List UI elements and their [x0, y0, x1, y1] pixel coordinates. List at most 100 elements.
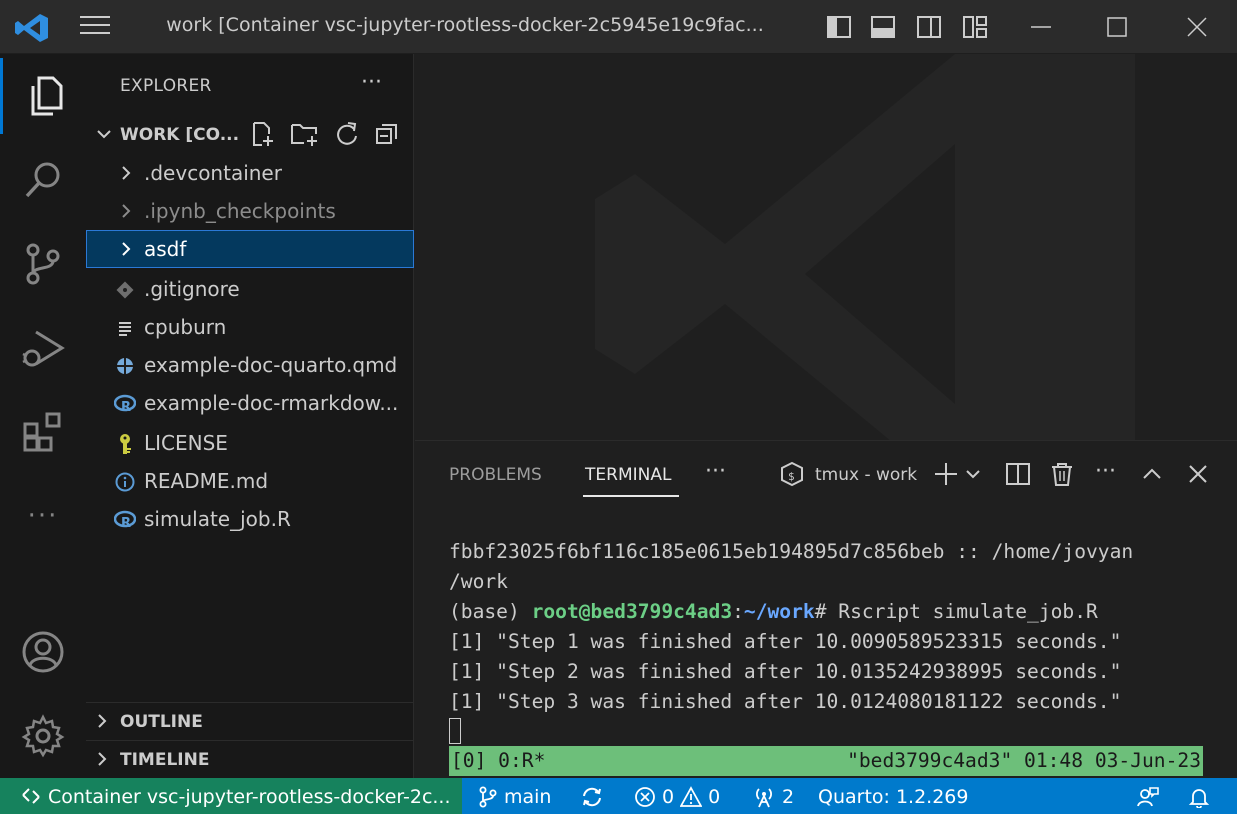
split-terminal-icon[interactable]: [1005, 461, 1031, 487]
tab-problems[interactable]: PROBLEMS: [449, 465, 542, 485]
activity-search[interactable]: [0, 142, 86, 218]
close-panel-icon[interactable]: [1185, 461, 1211, 487]
new-folder-icon[interactable]: [290, 120, 320, 148]
extensions-icon: [23, 412, 61, 452]
maximize-panel-icon[interactable]: [1139, 461, 1165, 487]
activity-bar: ···: [0, 54, 86, 778]
outline-section-header[interactable]: OUTLINE: [86, 702, 414, 740]
tmux-status-bar: [0] 0:R* "bed3799c4ad3" 01:48 03-Jun-23: [449, 746, 1203, 776]
add-terminal-icon[interactable]: [933, 461, 959, 487]
quarto-version[interactable]: Quarto: 1.2.269: [818, 786, 969, 808]
chevron-down-icon[interactable]: [963, 461, 983, 487]
prompt-command: # Rscript simulate_job.R: [814, 600, 1098, 623]
activity-more[interactable]: ···: [0, 478, 86, 554]
git-file-icon: [114, 279, 136, 301]
branch-indicator[interactable]: main: [478, 786, 551, 808]
tree-item-ipynb-checkpoints[interactable]: .ipynb_checkpoints: [86, 192, 414, 230]
search-icon: [25, 162, 60, 198]
source-control-icon: [26, 243, 60, 285]
gear-icon: [21, 714, 65, 758]
tree-item-label: LICENSE: [144, 431, 228, 455]
warning-icon: [680, 786, 703, 807]
maximize-window-icon[interactable]: [1104, 14, 1130, 40]
tree-item-label: example-doc-quarto.qmd: [144, 353, 398, 377]
r-file-icon: R: [114, 509, 136, 531]
refresh-icon[interactable]: [334, 120, 360, 148]
tree-item-cpuburn[interactable]: cpuburn: [86, 308, 414, 346]
problems-indicator[interactable]: 0 0: [634, 786, 720, 808]
remote-label: Container vsc-jupyter-rootless-docker-2c…: [48, 786, 451, 808]
customize-layout-icon[interactable]: [962, 14, 988, 40]
warning-count: 0: [708, 786, 721, 808]
quarto-label: Quarto: 1.2.269: [818, 786, 969, 808]
tree-item-asdf[interactable]: asdf: [86, 230, 414, 268]
status-bar: Container vsc-jupyter-rootless-docker-2c…: [0, 778, 1237, 814]
timeline-section-header[interactable]: TIMELINE: [86, 740, 414, 778]
branch-label: main: [504, 786, 552, 808]
panel-more-button[interactable]: ···: [705, 459, 726, 484]
chevron-right-icon: [98, 714, 107, 728]
activity-source-control[interactable]: [0, 226, 86, 302]
tree-item-label: asdf: [144, 237, 187, 261]
collapse-all-icon[interactable]: [374, 120, 400, 148]
error-icon: [635, 787, 655, 807]
minimize-window-icon[interactable]: [1028, 14, 1054, 40]
prompt-env: (base): [449, 600, 532, 623]
ports-count: 2: [782, 786, 795, 808]
tree-item-example-doc-rmarkdown[interactable]: R example-doc-rmarkdow...: [86, 384, 414, 422]
explorer-more-button[interactable]: ···: [361, 70, 382, 95]
remote-indicator[interactable]: Container vsc-jupyter-rootless-docker-2c…: [0, 778, 462, 814]
files-icon: [31, 76, 62, 116]
activity-explorer[interactable]: [0, 58, 86, 134]
toggle-panel-icon[interactable]: [870, 14, 896, 40]
error-count: 0: [662, 786, 675, 808]
terminal-line: /work: [449, 570, 508, 593]
terminal-more-button[interactable]: ···: [1095, 459, 1116, 484]
activity-run-debug[interactable]: [0, 310, 86, 386]
tree-item-label: simulate_job.R: [144, 507, 291, 531]
tmux-window-list: [0] 0:R*: [451, 749, 546, 772]
trash-icon[interactable]: [1049, 461, 1075, 487]
account-icon: [22, 631, 64, 673]
activity-accounts[interactable]: [0, 614, 86, 690]
activity-manage[interactable]: [0, 698, 86, 774]
workspace-section-header[interactable]: WORK [CO...: [86, 116, 414, 152]
quarto-file-icon: [114, 355, 136, 377]
sync-button[interactable]: [580, 786, 604, 808]
tree-item-readme[interactable]: README.md: [86, 462, 414, 500]
prompt-colon: :: [732, 600, 744, 623]
new-file-icon[interactable]: [250, 120, 276, 148]
menu-icon[interactable]: [80, 16, 110, 38]
tree-item-gitignore[interactable]: .gitignore: [86, 270, 414, 308]
terminal-name[interactable]: tmux - work: [815, 465, 917, 485]
feedback-button[interactable]: [1136, 786, 1160, 808]
activity-extensions[interactable]: [0, 394, 86, 470]
tree-item-simulate-job[interactable]: R simulate_job.R: [86, 500, 414, 538]
editor-area[interactable]: [415, 54, 1237, 440]
ellipsis-icon: ···: [27, 501, 59, 531]
tree-item-example-doc-quarto[interactable]: example-doc-quarto.qmd: [86, 346, 414, 384]
tree-item-devcontainer[interactable]: .devcontainer: [86, 154, 414, 192]
tree-item-license[interactable]: LICENSE: [86, 424, 414, 462]
terminal-output[interactable]: fbbf23025f6bf116c185e0615eb194895d7c856b…: [449, 537, 1209, 747]
svg-text:$: $: [788, 470, 795, 483]
r-file-icon: R: [114, 393, 136, 415]
toggle-primary-sidebar-icon[interactable]: [826, 14, 852, 40]
svg-text:R: R: [121, 516, 131, 530]
toggle-secondary-sidebar-icon[interactable]: [916, 14, 942, 40]
feedback-icon: [1137, 787, 1159, 807]
chevron-down-icon: [97, 130, 111, 139]
title-bar: work [Container vsc-jupyter-rootless-doc…: [0, 0, 1237, 54]
tab-terminal[interactable]: TERMINAL: [585, 465, 671, 485]
close-window-icon[interactable]: [1184, 14, 1210, 40]
svg-text:R: R: [121, 400, 131, 414]
explorer-header: EXPLORER: [120, 76, 212, 96]
sync-icon: [583, 787, 601, 807]
ports-indicator[interactable]: 2: [752, 786, 794, 808]
tmux-host-time: "bed3799c4ad3" 01:48 03-Jun-23: [847, 749, 1201, 772]
terminal-shell-icon: $: [781, 461, 803, 487]
terminal-line: [1] "Step 3 was finished after 10.012408…: [449, 690, 1122, 713]
terminal-cursor: [449, 718, 461, 744]
notifications-button[interactable]: [1188, 786, 1210, 808]
chevron-right-icon: [122, 242, 131, 256]
